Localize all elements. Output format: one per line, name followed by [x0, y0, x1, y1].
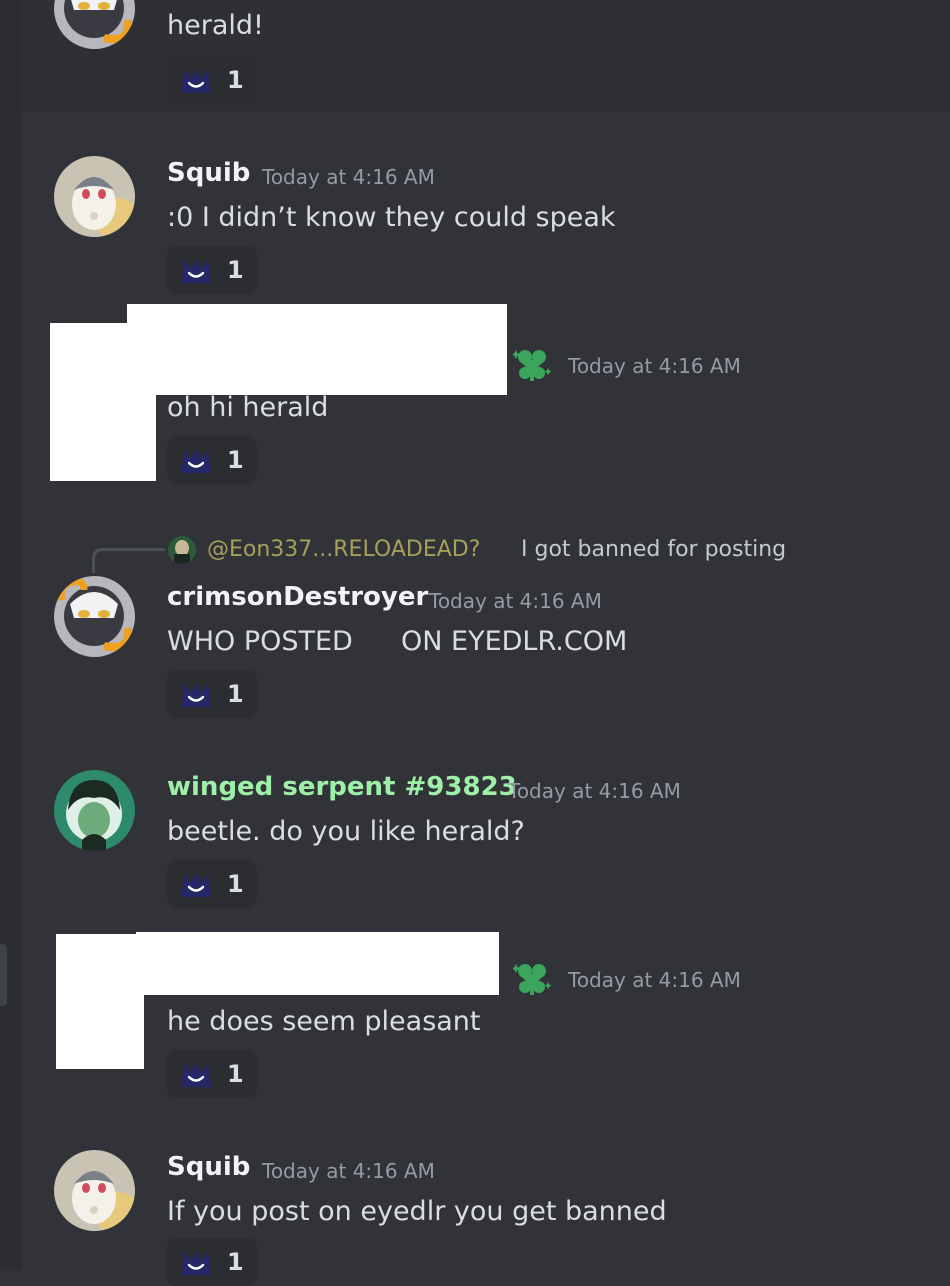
clover-badge-icon: [513, 346, 551, 384]
egg-avatar-image: [54, 1150, 135, 1231]
smiling-hat-icon: [179, 870, 213, 898]
avatar[interactable]: [54, 576, 135, 657]
reaction-button[interactable]: 1: [167, 670, 257, 718]
clover-badge-icon: [513, 960, 551, 998]
message-text: If you post on eyedlr you get banned: [167, 1196, 667, 1227]
scroll-tab[interactable]: [0, 944, 7, 1006]
reaction-count: 1: [227, 256, 244, 284]
timestamp: Today at 4:16 AM: [568, 354, 741, 378]
message-text: beetle. do you like herald?: [167, 816, 525, 847]
left-edge-strip: [0, 0, 22, 1269]
message-text: oh hi herald: [167, 392, 329, 423]
smiling-hat-icon: [179, 446, 213, 474]
reaction-button[interactable]: 1: [167, 1050, 257, 1098]
message-text-part: ON EYEDLR.COM: [401, 626, 628, 657]
reaction-count: 1: [227, 1060, 244, 1088]
serpent-avatar-image: [54, 770, 135, 851]
reaction-button[interactable]: 1: [167, 56, 257, 104]
avatar[interactable]: [54, 156, 135, 237]
reaction-button[interactable]: 1: [167, 436, 257, 484]
reaction-count: 1: [227, 1248, 244, 1276]
reply-mention[interactable]: @Eon337...RELOADEAD?: [207, 537, 480, 562]
avatar[interactable]: [54, 770, 135, 851]
timestamp: Today at 4:16 AM: [262, 1159, 435, 1183]
reply-preview-text[interactable]: I got banned for posting: [521, 537, 786, 562]
reaction-count: 1: [227, 446, 244, 474]
smiling-hat-icon: [179, 1060, 213, 1088]
avatar[interactable]: [54, 1150, 135, 1231]
redacted-avatar-block: [50, 323, 156, 481]
smiling-hat-icon: [179, 680, 213, 708]
reply-avatar-image: [168, 536, 196, 564]
redacted-avatar-block: [56, 934, 144, 1069]
message-text: he does seem pleasant: [167, 1006, 481, 1037]
message-hover-highlight: [22, 0, 950, 112]
smiling-hat-icon: [179, 256, 213, 284]
egg-avatar-image: [54, 156, 135, 237]
redacted-block: [136, 932, 499, 995]
author-name[interactable]: Squib: [167, 158, 250, 188]
crimson-avatar-image: [54, 576, 135, 657]
author-name[interactable]: winged serpent #93823: [167, 772, 517, 802]
timestamp: Today at 4:16 AM: [508, 779, 681, 803]
reaction-count: 1: [227, 870, 244, 898]
reaction-button[interactable]: 1: [167, 246, 257, 294]
smiling-hat-icon: [179, 66, 213, 94]
author-name[interactable]: crimsonDestroyer: [167, 582, 428, 612]
reaction-button[interactable]: 1: [167, 1238, 257, 1286]
author-name[interactable]: Squib: [167, 1152, 250, 1182]
message-text: herald!: [167, 10, 264, 41]
reaction-count: 1: [227, 680, 244, 708]
timestamp: Today at 4:16 AM: [262, 165, 435, 189]
message-text-part: WHO POSTED: [167, 626, 353, 657]
reaction-count: 1: [227, 66, 244, 94]
smiling-hat-icon: [179, 1248, 213, 1276]
timestamp: Today at 4:16 AM: [568, 968, 741, 992]
reaction-button[interactable]: 1: [167, 860, 257, 908]
reply-avatar[interactable]: [168, 536, 196, 564]
message-text: :0 I didn’t know they could speak: [167, 202, 616, 233]
reply-connector: [92, 548, 165, 573]
redacted-block: [127, 304, 507, 395]
timestamp: Today at 4:16 AM: [429, 589, 602, 613]
